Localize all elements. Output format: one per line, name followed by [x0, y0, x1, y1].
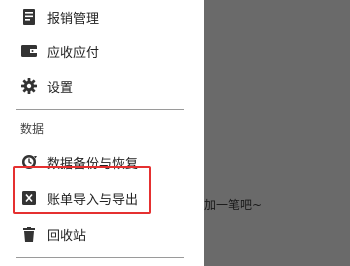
drawer-item-recycle-bin[interactable]: 回收站	[0, 217, 204, 251]
gear-icon	[21, 78, 37, 94]
drawer-item-receivables[interactable]: 应收应付	[0, 34, 204, 68]
drawer-item-label: 报销管理	[47, 11, 100, 27]
section-header-data: 数据	[20, 122, 45, 136]
navigation-drawer: 报销管理 应收应付 设置 数据 数据备份与恢复 账单导入与导出 回收站	[0, 0, 204, 266]
drawer-item-label: 应收应付	[47, 45, 100, 61]
wallet-icon	[21, 43, 37, 59]
drawer-item-bill-import-export[interactable]: 账单导入与导出	[0, 181, 204, 215]
drawer-item-label: 设置	[47, 80, 74, 96]
excel-icon	[21, 190, 37, 206]
drawer-item-label: 账单导入与导出	[47, 192, 139, 208]
drawer-divider	[16, 109, 184, 110]
backup-icon	[21, 154, 37, 170]
empty-hint-text: 加一笔吧~	[204, 198, 263, 212]
drawer-item-label: 回收站	[47, 228, 87, 244]
reimbursement-icon	[21, 9, 37, 25]
trash-icon	[21, 226, 37, 242]
scrim-overlay[interactable]: 加一笔吧~	[204, 0, 350, 266]
drawer-item-backup[interactable]: 数据备份与恢复	[0, 145, 204, 179]
drawer-item-reimbursement[interactable]: 报销管理	[0, 0, 204, 34]
drawer-divider	[16, 257, 184, 258]
drawer-item-settings[interactable]: 设置	[0, 69, 204, 103]
drawer-item-label: 数据备份与恢复	[47, 156, 139, 172]
